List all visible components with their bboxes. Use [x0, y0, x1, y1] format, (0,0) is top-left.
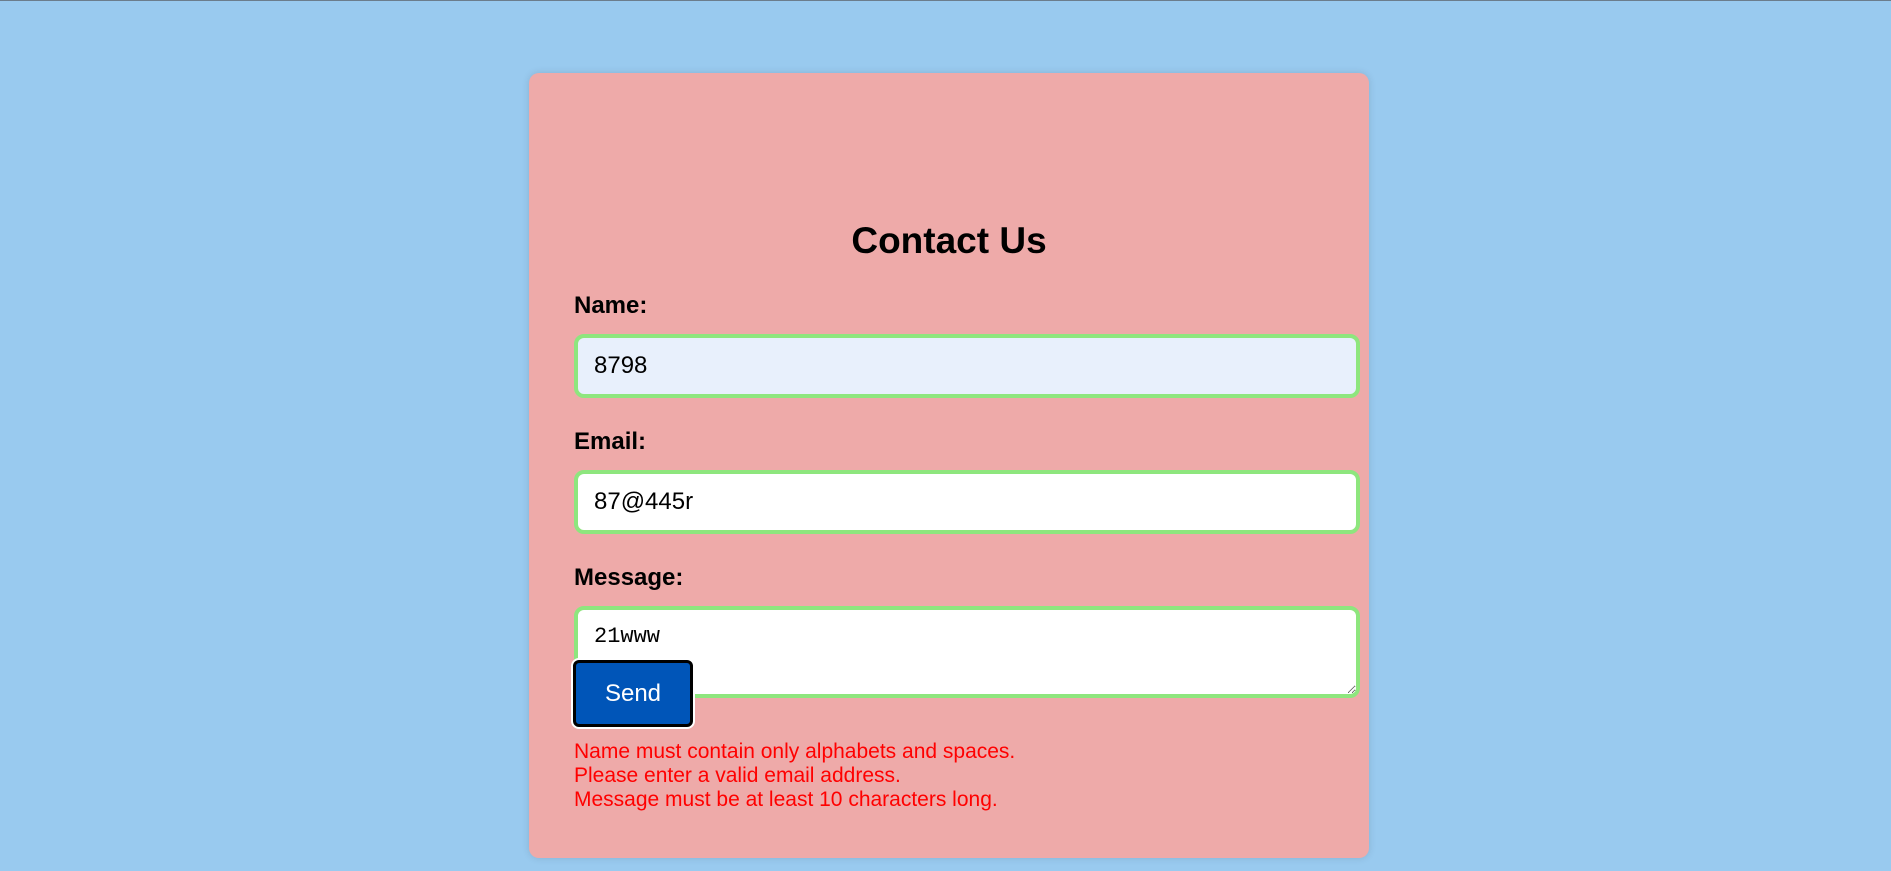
contact-form-card: Contact Us Name: Email: Message: 21www S…	[529, 73, 1369, 858]
name-error-text: Name must contain only alphabets and spa…	[574, 740, 1016, 763]
email-input[interactable]	[574, 470, 1360, 534]
email-label: Email:	[574, 428, 647, 455]
error-messages: Name must contain only alphabets and spa…	[574, 740, 1015, 812]
page-title: Contact Us	[851, 220, 1047, 261]
send-button[interactable]: Send	[573, 660, 693, 727]
email-error-text: Please enter a valid email address.	[574, 764, 901, 787]
name-input[interactable]	[574, 334, 1360, 398]
message-label: Message:	[574, 564, 684, 591]
top-border	[0, 0, 1891, 1]
name-label: Name:	[574, 292, 648, 319]
message-error-text: Message must be at least 10 characters l…	[574, 788, 998, 811]
